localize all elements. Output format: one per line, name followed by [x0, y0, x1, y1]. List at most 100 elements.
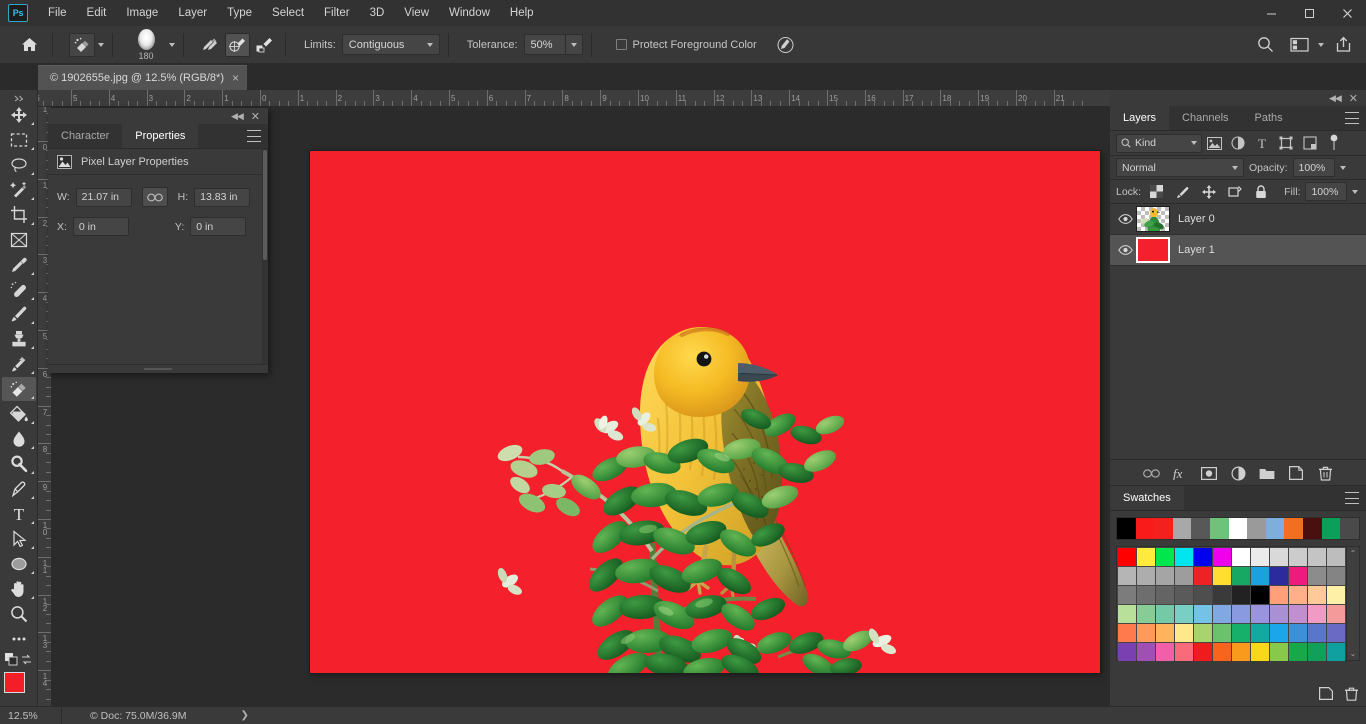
color-swatch[interactable] [1137, 624, 1155, 642]
recent-swatch[interactable] [1210, 518, 1229, 539]
link-layers-icon[interactable] [1142, 464, 1160, 482]
edit-toolbar-button[interactable] [2, 627, 36, 651]
limits-select[interactable]: Contiguous [341, 34, 440, 55]
lock-position-icon[interactable] [1198, 182, 1219, 202]
tool-preset-picker[interactable] [69, 32, 104, 57]
menu-item-view[interactable]: View [394, 3, 439, 23]
color-swatch[interactable] [1270, 624, 1288, 642]
tab-channels[interactable]: Channels [1169, 106, 1241, 130]
hand-tool[interactable] [2, 577, 36, 601]
layer-name[interactable]: Layer 1 [1178, 244, 1215, 256]
new-layer-icon[interactable] [1287, 464, 1305, 482]
recent-swatch[interactable] [1154, 518, 1173, 539]
color-swatch[interactable] [1175, 624, 1193, 642]
color-swatch[interactable] [1194, 586, 1212, 604]
layer-kind-select[interactable]: Kind [1116, 133, 1202, 153]
chevron-down-icon[interactable] [98, 42, 104, 47]
protect-foreground-checkbox-row[interactable]: Protect Foreground Color [615, 39, 757, 51]
color-swatch[interactable] [1308, 605, 1326, 623]
color-swatch[interactable] [1175, 643, 1193, 661]
dodge-tool[interactable] [2, 452, 36, 476]
layer-list[interactable]: Layer 0 Layer 1 [1110, 204, 1366, 392]
swatch-scrollbar[interactable]: ⌃ ⌄ [1346, 547, 1359, 660]
blur-tool[interactable] [2, 427, 36, 451]
color-swatch[interactable] [1194, 605, 1212, 623]
table-row[interactable]: Layer 1 [1110, 235, 1366, 266]
x-field[interactable]: 0 in [72, 217, 129, 236]
document-tab[interactable]: © 1902655e.jpg @ 12.5% (RGB/8*) × [38, 65, 247, 90]
properties-scrollbar-track[interactable] [262, 149, 268, 367]
tab-character[interactable]: Character [48, 124, 122, 148]
workspace-chevron-down-icon[interactable] [1318, 42, 1324, 47]
close-icon[interactable]: ✕ [1349, 92, 1358, 105]
fill-chevron-down-icon[interactable] [1352, 189, 1359, 194]
spot-healing-tool[interactable] [2, 278, 36, 302]
close-icon[interactable]: × [232, 71, 239, 85]
filter-toggle-icon[interactable] [1322, 133, 1346, 153]
recent-swatch[interactable] [1303, 518, 1322, 539]
lock-transparency-icon[interactable] [1146, 182, 1167, 202]
lock-artboard-icon[interactable] [1224, 182, 1245, 202]
color-swatch[interactable] [1251, 643, 1269, 661]
color-swatch[interactable] [1308, 643, 1326, 661]
tab-layers[interactable]: Layers [1110, 106, 1170, 130]
swatch-grid[interactable] [1117, 547, 1346, 661]
color-swatch[interactable] [1213, 605, 1231, 623]
link-dimensions-icon[interactable] [141, 187, 168, 207]
gradient-tool[interactable] [2, 402, 36, 426]
move-tool[interactable] [2, 103, 36, 127]
type-filter-icon[interactable]: T [1250, 133, 1274, 153]
opacity-field[interactable]: 100% [1292, 158, 1335, 177]
home-icon[interactable] [14, 32, 44, 58]
color-swatch[interactable] [1327, 567, 1345, 585]
pressure-size-icon[interactable] [771, 32, 801, 58]
color-swatch[interactable] [1137, 548, 1155, 566]
tab-properties[interactable]: Properties [122, 124, 199, 148]
swap-colors-icon[interactable] [20, 654, 33, 666]
delete-swatch-icon[interactable] [1345, 687, 1358, 701]
tolerance-input[interactable]: 50% [523, 34, 566, 55]
adjustment-layer-icon[interactable] [1229, 464, 1247, 482]
object-selection-tool[interactable] [2, 178, 36, 202]
color-swatch[interactable] [1251, 586, 1269, 604]
search-icon[interactable] [1250, 32, 1280, 58]
color-swatch[interactable] [1289, 605, 1307, 623]
crop-tool[interactable] [2, 203, 36, 227]
sampling-background-swatch-button[interactable] [252, 33, 277, 57]
color-swatch[interactable] [1289, 567, 1307, 585]
panel-menu-icon[interactable] [247, 130, 261, 142]
opacity-chevron-down-icon[interactable] [1339, 165, 1346, 170]
color-swatch[interactable] [1175, 605, 1193, 623]
collapse-panel-icon[interactable]: ◀◀ [231, 111, 244, 122]
menu-item-file[interactable]: File [38, 3, 77, 23]
close-icon[interactable] [1328, 0, 1366, 26]
color-swatch[interactable] [1156, 548, 1174, 566]
layer-mask-icon[interactable] [1200, 464, 1218, 482]
layer-visibility-toggle[interactable] [1114, 235, 1136, 265]
tab-swatches[interactable]: Swatches [1110, 486, 1184, 510]
color-swatch[interactable] [1118, 548, 1136, 566]
layer-thumbnail[interactable] [1136, 237, 1170, 263]
color-swatch[interactable] [1137, 605, 1155, 623]
layer-visibility-toggle[interactable] [1114, 204, 1136, 234]
adjustment-filter-icon[interactable] [1226, 133, 1250, 153]
resize-grip[interactable] [144, 368, 172, 370]
artboard[interactable] [310, 151, 1100, 673]
color-swatch[interactable] [1327, 586, 1345, 604]
shape-filter-icon[interactable] [1274, 133, 1298, 153]
height-field[interactable]: 13.83 in [194, 187, 251, 207]
frame-tool[interactable] [2, 228, 36, 252]
color-swatch[interactable] [1137, 586, 1155, 604]
menu-item-3d[interactable]: 3D [360, 3, 395, 23]
ellipse-tool[interactable] [2, 552, 36, 576]
menu-item-filter[interactable]: Filter [314, 3, 360, 23]
new-swatch-icon[interactable] [1319, 687, 1333, 701]
color-swatch[interactable] [1194, 567, 1212, 585]
color-swatch[interactable] [1213, 643, 1231, 661]
color-swatch[interactable] [1289, 624, 1307, 642]
color-swatch[interactable] [1194, 624, 1212, 642]
chevron-right-icon[interactable]: ❯ [240, 710, 248, 721]
color-swatch[interactable] [1175, 586, 1193, 604]
eraser-tool[interactable] [1, 377, 36, 402]
color-swatch[interactable] [1213, 567, 1231, 585]
